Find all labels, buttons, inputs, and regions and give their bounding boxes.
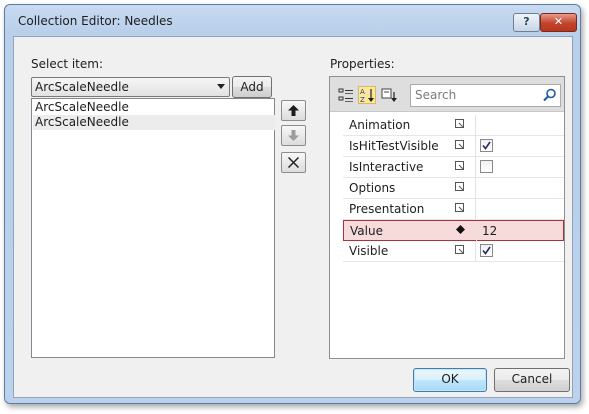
property-row-presentation[interactable]: Presentation (343, 199, 564, 220)
item-type-combobox[interactable]: ArcScaleNeedle (31, 77, 230, 97)
help-button[interactable]: ? (513, 13, 540, 32)
move-up-button[interactable] (281, 100, 306, 121)
checkmark-icon (482, 246, 491, 255)
select-item-label: Select item: (31, 57, 103, 71)
property-value[interactable]: 12 (482, 224, 497, 238)
categorized-button[interactable] (337, 86, 355, 104)
search-input[interactable] (413, 86, 537, 103)
sort-alphabetical-button[interactable]: A Z (358, 86, 376, 104)
add-button-label: Add (240, 80, 264, 94)
value-divider (476, 221, 477, 242)
property-name: Animation (349, 118, 411, 132)
remove-button[interactable] (281, 152, 306, 173)
property-row-options[interactable]: Options (343, 178, 564, 199)
visible-checkbox[interactable] (480, 244, 493, 257)
property-marker-icon[interactable] (455, 203, 464, 212)
svg-text:A: A (360, 88, 365, 96)
property-name: Options (349, 181, 396, 195)
isinteractive-checkbox[interactable] (480, 160, 493, 173)
items-list[interactable]: ArcScaleNeedle ArcScaleNeedle (31, 98, 275, 358)
property-row-isinteractive[interactable]: IsInteractive (343, 157, 564, 178)
chevron-down-icon (217, 84, 225, 89)
combo-value: ArcScaleNeedle (35, 80, 129, 94)
move-down-button[interactable] (281, 125, 306, 146)
arrow-up-icon (288, 105, 299, 116)
list-item[interactable]: ArcScaleNeedle (33, 100, 275, 115)
search-icon[interactable] (543, 88, 557, 102)
local-value-marker-icon[interactable] (456, 225, 465, 234)
value-divider (475, 115, 476, 136)
property-grid: A Z Search Animation IsHitTestVisible Is… (329, 76, 565, 359)
value-divider (475, 157, 476, 178)
cancel-button[interactable]: Cancel (494, 368, 570, 392)
value-divider (475, 241, 476, 262)
property-marker-icon[interactable] (455, 140, 464, 149)
value-divider (475, 136, 476, 157)
filter-icon (381, 88, 397, 102)
window-title: Collection Editor: Needles (18, 14, 173, 28)
value-divider (475, 199, 476, 220)
property-row-value[interactable]: Value 12 (343, 220, 564, 242)
property-row-animation[interactable]: Animation (343, 115, 564, 136)
ok-button[interactable]: OK (413, 368, 487, 392)
sort-alphabetical-icon: A Z (360, 88, 374, 104)
filter-button[interactable] (380, 86, 398, 104)
categorized-icon (338, 88, 353, 102)
property-name: Presentation (349, 202, 425, 216)
value-divider (475, 178, 476, 199)
close-button[interactable]: ✕ (540, 13, 577, 32)
property-name: Visible (349, 244, 389, 258)
cancel-button-label: Cancel (511, 372, 553, 386)
property-grid-toolbar: A Z (330, 77, 564, 112)
property-marker-icon[interactable] (455, 182, 464, 191)
property-marker-icon[interactable] (455, 245, 464, 254)
property-name: IsHitTestVisible (349, 139, 439, 153)
property-row-visible[interactable]: Visible (343, 241, 564, 262)
property-marker-icon[interactable] (455, 119, 464, 128)
dialog-window: Collection Editor: Needles ? ✕ Select it… (4, 4, 581, 404)
property-name: Value (350, 224, 383, 238)
delete-x-icon (288, 157, 299, 168)
properties-label: Properties: (330, 57, 395, 71)
list-item[interactable]: ArcScaleNeedle (33, 115, 275, 130)
property-marker-icon[interactable] (455, 161, 464, 170)
checkmark-icon (482, 141, 491, 150)
property-row-ishittestvisible[interactable]: IsHitTestVisible (343, 136, 564, 157)
add-button[interactable]: Add (232, 76, 272, 98)
svg-text:Z: Z (360, 96, 365, 103)
search-box[interactable] (410, 84, 561, 107)
ishittestvisible-checkbox[interactable] (480, 139, 493, 152)
ok-button-label: OK (441, 372, 459, 386)
title-bar[interactable]: Collection Editor: Needles ? ✕ (5, 5, 580, 35)
dialog-client: Select item: ArcScaleNeedle Add ArcScale… (13, 36, 573, 398)
arrow-down-icon (288, 130, 299, 141)
property-name: IsInteractive (349, 160, 424, 174)
